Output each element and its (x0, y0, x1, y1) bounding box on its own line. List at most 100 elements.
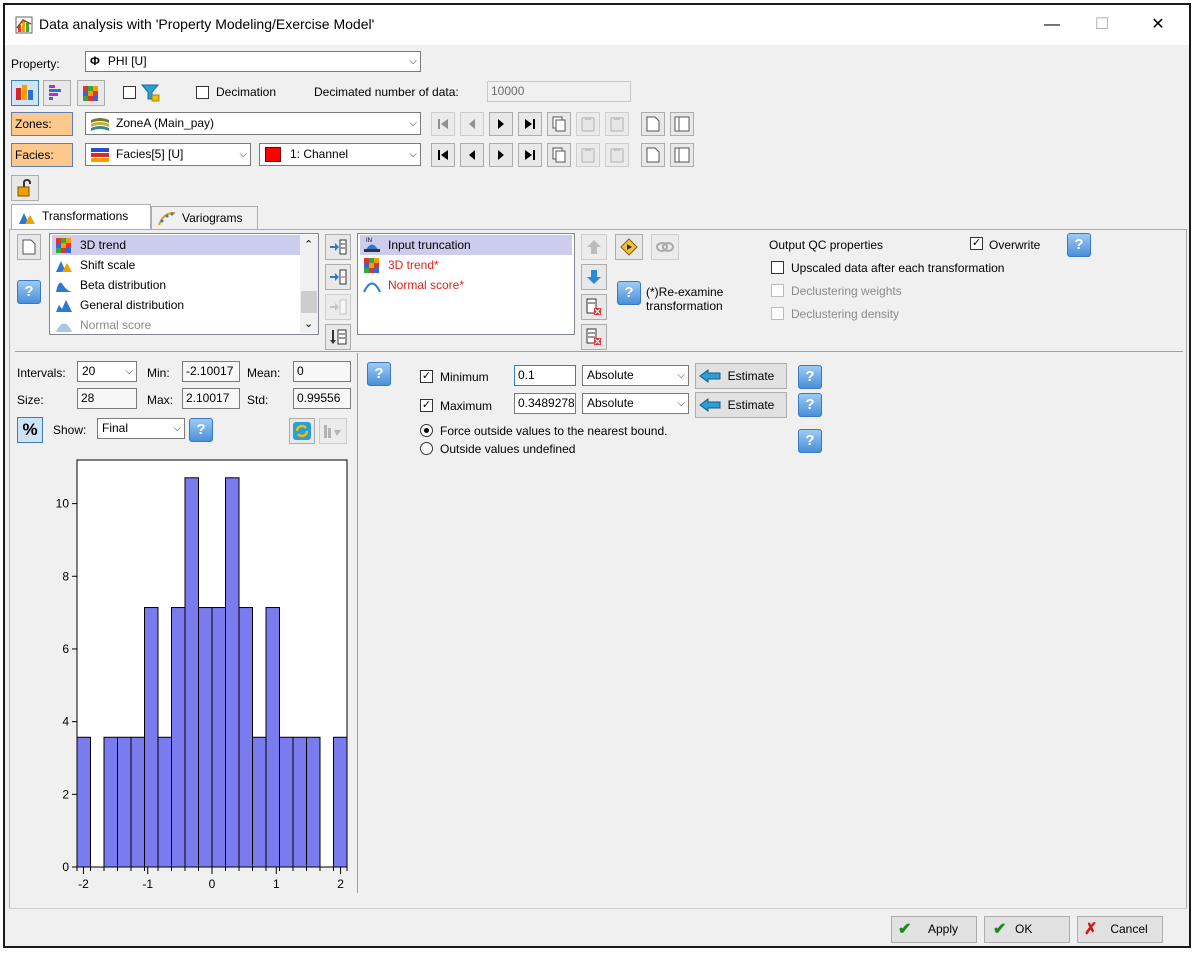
last-zone-button[interactable] (518, 112, 542, 136)
facies-class-select[interactable]: 1: Channel ⌵ (259, 143, 421, 166)
maximize-button[interactable]: ☐ (1079, 11, 1125, 39)
pages-zone-button[interactable] (670, 112, 694, 136)
upscaled-checkbox[interactable] (771, 261, 784, 274)
declustering-density-checkbox[interactable] (771, 307, 784, 320)
shift-scale-icon (56, 261, 72, 272)
ok-button[interactable]: ✔ OK (984, 916, 1070, 943)
first-zone-button[interactable] (431, 112, 455, 136)
scrollbar-thumb[interactable] (301, 291, 317, 313)
paste-all-zone-button[interactable] (605, 112, 629, 136)
diamond-run-icon (620, 238, 638, 256)
help-button-transforms[interactable]: ? (17, 280, 41, 304)
help-button-outside[interactable]: ? (798, 429, 822, 453)
chevron-down-icon: ⌵ (677, 398, 685, 409)
list-item[interactable]: Normal score (52, 315, 300, 335)
intervals-label: Intervals: (17, 366, 66, 380)
new-page-facies-button[interactable] (641, 143, 665, 167)
declustering-weights-checkbox[interactable] (771, 284, 784, 297)
help-button-truncation[interactable]: ? (367, 362, 391, 386)
refresh-button[interactable] (289, 418, 315, 444)
copy-zone-button[interactable] (547, 112, 571, 136)
data-analysis-icon-button[interactable] (11, 80, 39, 106)
move-up-button[interactable] (581, 234, 607, 260)
histogram-bar (117, 736, 132, 868)
delete-transform-button[interactable] (581, 294, 607, 320)
minimize-button[interactable]: — (1029, 11, 1075, 39)
3d-grid-button[interactable] (77, 80, 105, 106)
sort-transform-button[interactable] (325, 324, 351, 350)
paste-zone-button[interactable] (576, 112, 600, 136)
property-select[interactable]: Φ PHI [U] ⌵ (85, 51, 421, 72)
copy-facies-button[interactable] (547, 143, 571, 167)
histogram-settings-button[interactable] (319, 418, 347, 444)
insert-transform-button[interactable] (325, 264, 351, 290)
histogram-button[interactable] (43, 80, 71, 106)
next-zone-button[interactable] (489, 112, 513, 136)
link-transform-button[interactable] (651, 234, 679, 260)
paste-all-facies-button[interactable] (605, 143, 629, 167)
maximum-mode-select[interactable]: Absolute ⌵ (582, 393, 689, 414)
run-transform-button[interactable] (615, 234, 643, 260)
list-scrollbar[interactable]: ⌃ ⌄ (300, 235, 318, 333)
help-button-show[interactable]: ? (189, 418, 213, 442)
estimate-maximum-button[interactable]: Estimate (695, 392, 787, 418)
first-facies-button[interactable] (431, 143, 455, 167)
applied-transforms-list[interactable]: IN Input truncation 3D trend* Normal sco… (357, 233, 575, 335)
first-icon (438, 150, 448, 160)
zones-select[interactable]: ZoneA (Main_pay) ⌵ (85, 112, 421, 135)
add-transform-button[interactable] (325, 234, 351, 260)
close-button[interactable]: ✕ (1135, 11, 1181, 39)
replace-transform-button[interactable] (325, 294, 351, 320)
new-page-zone-button[interactable] (641, 112, 665, 136)
maximum-input[interactable]: 0.3489278 (514, 393, 576, 414)
first-icon (438, 119, 448, 129)
list-item[interactable]: Beta distribution (52, 275, 300, 295)
chevron-down-icon[interactable]: ⌄ (304, 317, 313, 330)
maximum-checkbox[interactable]: ✓ (420, 399, 433, 412)
apply-button[interactable]: ✔ Apply (891, 916, 977, 943)
move-down-button[interactable] (581, 264, 607, 290)
facies-select[interactable]: Facies[5] [U] ⌵ (85, 143, 251, 166)
lock-button[interactable] (11, 175, 39, 201)
percent-toggle-button[interactable]: % (17, 417, 43, 443)
overwrite-label: Overwrite (989, 238, 1041, 252)
delete-all-transforms-button[interactable] (581, 324, 607, 350)
minimum-mode-select[interactable]: Absolute ⌵ (582, 365, 689, 386)
estimate-minimum-button[interactable]: Estimate (695, 363, 787, 389)
paste-facies-button[interactable] (576, 143, 600, 167)
checkmark-icon: ✔ (993, 921, 1007, 938)
list-item[interactable]: Normal score* (360, 275, 572, 295)
tab-variograms[interactable]: Variograms (151, 206, 258, 230)
help-button-minimum[interactable]: ? (798, 365, 822, 389)
list-item[interactable]: Shift scale (52, 255, 300, 275)
pages-facies-button[interactable] (670, 143, 694, 167)
help-button-qc[interactable]: ? (1067, 233, 1091, 257)
x-tick-label: 1 (273, 877, 280, 890)
show-select[interactable]: Final ⌵ (97, 418, 185, 439)
list-item[interactable]: IN Input truncation (360, 235, 572, 255)
overwrite-checkbox[interactable]: ✓ (970, 237, 983, 250)
filter-checkbox[interactable] (123, 86, 136, 99)
help-button-reexamine[interactable]: ? (617, 281, 641, 305)
minimum-checkbox[interactable]: ✓ (420, 370, 433, 383)
list-item[interactable]: General distribution (52, 295, 300, 315)
std-value: 0.99556 (293, 388, 351, 409)
list-item[interactable]: 3D trend* (360, 255, 572, 275)
chevron-up-icon[interactable]: ⌃ (304, 238, 313, 251)
force-bound-radio[interactable] (420, 424, 433, 437)
next-facies-button[interactable] (489, 143, 513, 167)
help-button-maximum[interactable]: ? (798, 393, 822, 417)
decimation-checkbox[interactable] (196, 86, 209, 99)
minimum-input[interactable]: 0.1 (514, 365, 576, 386)
tab-transformations[interactable]: Transformations (11, 204, 151, 230)
new-transform-button[interactable] (17, 234, 41, 260)
intervals-select[interactable]: 20 ⌵ (77, 361, 137, 382)
cancel-button[interactable]: ✗ Cancel (1077, 916, 1163, 943)
prev-facies-button[interactable] (460, 143, 484, 167)
outside-undefined-radio[interactable] (420, 442, 433, 455)
available-transforms-list[interactable]: 3D trend Shift scale Beta distribution G… (49, 233, 319, 335)
decimated-number-input[interactable]: 10000 (487, 81, 631, 102)
last-facies-button[interactable] (518, 143, 542, 167)
prev-zone-button[interactable] (460, 112, 484, 136)
list-item[interactable]: 3D trend (52, 235, 300, 255)
